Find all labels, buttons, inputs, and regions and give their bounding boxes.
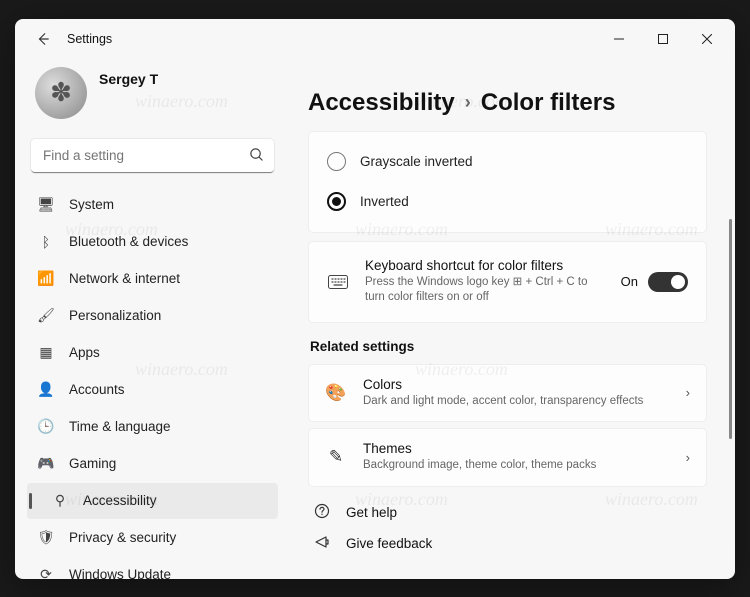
sidebar-item-accounts[interactable]: 👤 Accounts xyxy=(27,372,278,408)
shortcut-desc: Press the Windows logo key ⊞ + Ctrl + C … xyxy=(365,275,605,306)
sidebar-nav: 🖥 System ᛒ Bluetooth & devices 📶 Network & in… xyxy=(27,187,278,579)
feedback-icon xyxy=(312,534,332,553)
get-help-link[interactable]: Get help xyxy=(308,501,707,524)
sidebar-item-privacy-security[interactable]: 🛡 Privacy & security xyxy=(27,520,278,556)
link-title: Colors xyxy=(363,377,670,392)
nav-icon: 👤 xyxy=(37,381,55,398)
nav-label: Privacy & security xyxy=(69,530,176,545)
settings-window: Settings Sergey T 🖥 System ᛒ Bluetooth & de… xyxy=(15,19,735,579)
radio-icon xyxy=(327,192,346,211)
main-content: Accessibility › Color filters Grayscale … xyxy=(290,59,735,579)
minimize-icon xyxy=(614,34,624,44)
nav-icon: 🎮 xyxy=(37,455,55,472)
sidebar-item-time-language[interactable]: 🕒 Time & language xyxy=(27,409,278,445)
nav-label: Apps xyxy=(69,345,100,360)
themes-icon: ✎ xyxy=(325,447,347,467)
sidebar-item-bluetooth-devices[interactable]: ᛒ Bluetooth & devices xyxy=(27,224,278,260)
sidebar-item-apps[interactable]: ▦ Apps xyxy=(27,335,278,371)
search-input[interactable] xyxy=(31,139,274,173)
color-filter-options-card: Grayscale inverted Inverted xyxy=(308,131,707,233)
nav-label: Gaming xyxy=(69,456,116,471)
keyboard-shortcut-card: Keyboard shortcut for color filters Pres… xyxy=(308,241,707,323)
nav-icon: 🖌 xyxy=(37,307,55,324)
profile-name: Sergey T xyxy=(99,71,158,87)
minimize-button[interactable] xyxy=(597,23,641,55)
nav-icon: 🛡 xyxy=(37,529,55,546)
sidebar-item-system[interactable]: 🖥 System xyxy=(27,187,278,223)
search-icon xyxy=(249,147,264,167)
related-settings-heading: Related settings xyxy=(310,339,705,354)
nav-icon: ⚲ xyxy=(51,492,69,509)
nav-icon: ⟳ xyxy=(37,566,55,579)
related-settings-list: 🎨 Colors Dark and light mode, accent color… xyxy=(308,364,707,487)
nav-label: System xyxy=(69,197,114,212)
keyboard-icon xyxy=(327,275,349,289)
sidebar-item-windows-update[interactable]: ⟳ Windows Update xyxy=(27,557,278,579)
footer-links: Get help Give feedback xyxy=(308,501,707,555)
sidebar: Sergey T 🖥 System ᛒ Bluetooth & devices 📶 Net… xyxy=(15,59,290,579)
avatar xyxy=(35,67,87,119)
nav-label: Personalization xyxy=(69,308,161,323)
breadcrumb: Accessibility › Color filters xyxy=(308,89,707,117)
nav-label: Accessibility xyxy=(83,493,157,508)
radio-icon xyxy=(327,152,346,171)
titlebar: Settings xyxy=(15,19,735,59)
nav-label: Time & language xyxy=(69,419,171,434)
filter-option-grayscale-inverted[interactable]: Grayscale inverted xyxy=(327,142,688,182)
nav-icon: ᛒ xyxy=(37,234,55,250)
sidebar-item-gaming[interactable]: 🎮 Gaming xyxy=(27,446,278,482)
nav-icon: ▦ xyxy=(37,344,55,361)
breadcrumb-parent[interactable]: Accessibility xyxy=(308,89,455,117)
close-icon xyxy=(702,34,712,44)
give-feedback-link[interactable]: Give feedback xyxy=(308,532,707,555)
close-button[interactable] xyxy=(685,23,729,55)
chevron-right-icon: › xyxy=(686,385,690,400)
related-colors-link[interactable]: 🎨 Colors Dark and light mode, accent color… xyxy=(308,364,707,423)
link-title: Themes xyxy=(363,441,670,456)
profile-block[interactable]: Sergey T xyxy=(27,59,278,123)
filter-option-inverted[interactable]: Inverted xyxy=(327,182,688,222)
nav-label: Accounts xyxy=(69,382,125,397)
search-box[interactable] xyxy=(31,139,274,173)
link-desc: Dark and light mode, accent color, trans… xyxy=(363,394,670,410)
profile-email xyxy=(87,87,158,115)
colors-icon: 🎨 xyxy=(325,383,347,403)
related-themes-link[interactable]: ✎ Themes Background image, theme color, th… xyxy=(308,428,707,487)
nav-label: Network & internet xyxy=(69,271,180,286)
sidebar-item-network-internet[interactable]: 📶 Network & internet xyxy=(27,261,278,297)
radio-label: Grayscale inverted xyxy=(360,154,473,169)
scrollbar-thumb[interactable] xyxy=(729,219,732,439)
nav-icon: 🖥 xyxy=(37,196,55,213)
window-title: Settings xyxy=(67,32,112,46)
arrow-left-icon xyxy=(36,32,50,46)
toggle-state-label: On xyxy=(621,274,638,289)
shortcut-title: Keyboard shortcut for color filters xyxy=(365,258,605,273)
nav-icon: 🕒 xyxy=(37,418,55,435)
chevron-right-icon: › xyxy=(686,450,690,465)
link-desc: Background image, theme color, theme pac… xyxy=(363,458,670,474)
nav-label: Bluetooth & devices xyxy=(69,234,188,249)
sidebar-item-accessibility[interactable]: ⚲ Accessibility xyxy=(27,483,278,519)
breadcrumb-current: Color filters xyxy=(481,89,616,117)
sidebar-item-personalization[interactable]: 🖌 Personalization xyxy=(27,298,278,334)
window-controls xyxy=(597,23,729,55)
nav-icon: 📶 xyxy=(37,270,55,287)
maximize-button[interactable] xyxy=(641,23,685,55)
shortcut-toggle[interactable] xyxy=(648,272,688,292)
nav-label: Windows Update xyxy=(69,567,171,579)
maximize-icon xyxy=(658,34,668,44)
chevron-right-icon: › xyxy=(465,92,471,113)
back-button[interactable] xyxy=(29,25,57,53)
help-icon xyxy=(312,503,332,522)
radio-label: Inverted xyxy=(360,194,409,209)
